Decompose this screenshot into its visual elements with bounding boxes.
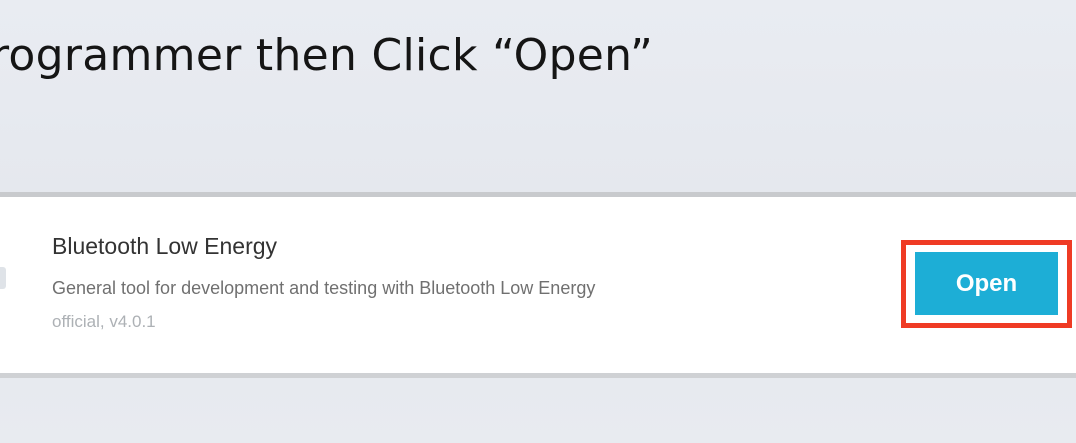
open-button[interactable]: Open — [915, 252, 1058, 315]
app-version-meta: official, v4.0.1 — [52, 312, 156, 331]
app-list-item: Bluetooth Low Energy General tool for de… — [0, 192, 1076, 378]
instruction-screenshot: rogrammer then Click “Open” Bluetooth Lo… — [0, 0, 1076, 443]
app-name: Bluetooth Low Energy — [52, 233, 278, 259]
instruction-heading: rogrammer then Click “Open” — [0, 30, 654, 81]
app-description: General tool for development and testing… — [52, 278, 596, 298]
app-icon — [0, 267, 6, 289]
